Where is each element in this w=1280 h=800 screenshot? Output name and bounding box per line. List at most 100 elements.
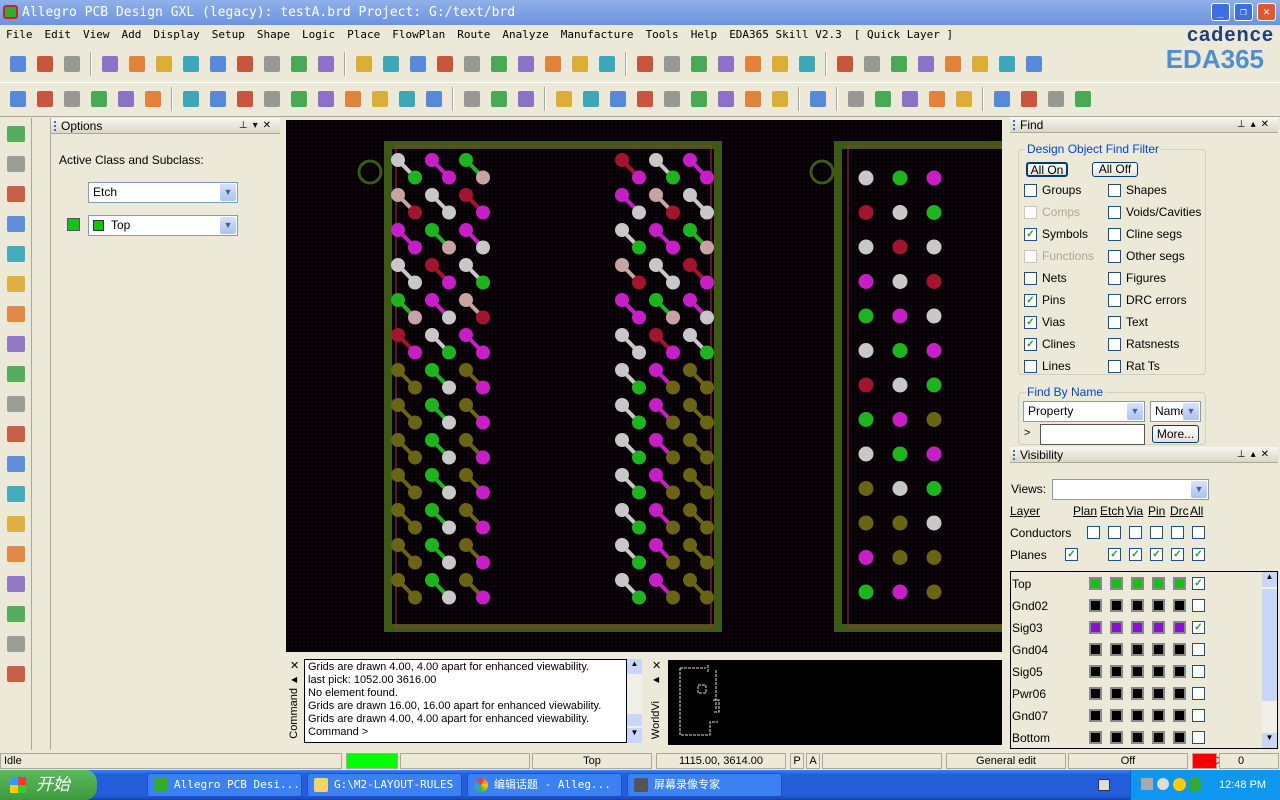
layer-color-swatch[interactable]: [1131, 599, 1144, 612]
wand-icon[interactable]: [952, 87, 976, 111]
via-pad[interactable]: [459, 433, 473, 447]
dimension-icon[interactable]: [487, 87, 511, 111]
place-refdes-icon[interactable]: [2, 150, 30, 178]
odb-icon[interactable]: [552, 87, 576, 111]
find-name-select[interactable]: Name ▼: [1150, 401, 1201, 422]
checkbox-icon[interactable]: [1024, 183, 1037, 197]
via-route-icon[interactable]: [2, 570, 30, 598]
layer-color-swatch[interactable]: [1152, 643, 1165, 656]
via-pad[interactable]: [666, 415, 680, 430]
via-pad[interactable]: [408, 205, 422, 220]
via-pad[interactable]: [683, 188, 697, 202]
panel-controls[interactable]: ⊥▴✕: [1237, 117, 1274, 133]
via-pad[interactable]: [425, 433, 439, 447]
drill-icon[interactable]: [714, 87, 738, 111]
menu-flowplan[interactable]: FlowPlan: [386, 25, 451, 45]
layer-color-swatch[interactable]: [1152, 731, 1165, 744]
place-icon-6[interactable]: [141, 87, 165, 111]
layer-color-swatch[interactable]: [1089, 687, 1102, 700]
menu-quick-layer[interactable]: [ Quick Layer ]: [848, 25, 959, 45]
pin-pad[interactable]: [926, 274, 942, 289]
via-pad[interactable]: [649, 328, 663, 342]
layer-color-swatch[interactable]: [1173, 687, 1186, 700]
menu-manufacture[interactable]: Manufacture: [555, 25, 640, 45]
via-pad[interactable]: [425, 153, 439, 167]
layer-all-checkbox[interactable]: ✓: [1192, 621, 1205, 634]
layer-color-swatch[interactable]: [1089, 599, 1102, 612]
route-icon[interactable]: [806, 87, 830, 111]
via-pad[interactable]: [459, 328, 473, 342]
via-pad[interactable]: [649, 188, 663, 202]
zoom-fit-icon[interactable]: [379, 52, 403, 76]
refdes-icon[interactable]: [660, 87, 684, 111]
via-pad[interactable]: [632, 555, 646, 570]
pin-icon[interactable]: [314, 52, 338, 76]
doc3-icon[interactable]: [898, 87, 922, 111]
checkbox-checked-icon[interactable]: ✓: [1024, 227, 1037, 241]
menu-setup[interactable]: Setup: [206, 25, 251, 45]
via-pad[interactable]: [615, 188, 629, 202]
column-header-all[interactable]: All: [1190, 504, 1203, 518]
via-pad[interactable]: [649, 223, 663, 237]
via-pad[interactable]: [476, 555, 490, 570]
via-pad[interactable]: [408, 520, 422, 535]
shape-fill-icon[interactable]: [1017, 87, 1041, 111]
new-icon[interactable]: [6, 52, 30, 76]
via-pad[interactable]: [442, 170, 456, 185]
layer-color-swatch[interactable]: [1131, 687, 1144, 700]
pin-pad[interactable]: [926, 481, 942, 496]
planes-checkbox[interactable]: ✓: [1129, 548, 1142, 561]
via-pad[interactable]: [700, 555, 714, 570]
via-pad[interactable]: [408, 415, 422, 430]
move-icon[interactable]: [98, 52, 122, 76]
bus-route-icon[interactable]: [2, 360, 30, 388]
layer-color-swatch[interactable]: [1152, 599, 1165, 612]
redo-icon[interactable]: [233, 52, 257, 76]
find-filter-vias[interactable]: ✓ Vias: [1024, 315, 1065, 329]
via-pad[interactable]: [632, 275, 646, 290]
via-pad[interactable]: [683, 573, 697, 587]
dim2-icon[interactable]: [514, 87, 538, 111]
via-pad[interactable]: [632, 205, 646, 220]
via-pad[interactable]: [700, 240, 714, 255]
via-pad[interactable]: [700, 590, 714, 605]
layer-color-swatch[interactable]: [1110, 709, 1123, 722]
task-recorder[interactable]: 屏幕录像专家: [627, 773, 782, 797]
planes-checkbox[interactable]: ✓: [1065, 548, 1078, 561]
via-pad[interactable]: [408, 485, 422, 500]
via-pad[interactable]: [476, 520, 490, 535]
add-text-icon[interactable]: [2, 510, 30, 538]
via-pad[interactable]: [666, 590, 680, 605]
save-icon[interactable]: [60, 52, 84, 76]
via-pad[interactable]: [442, 555, 456, 570]
via-pad[interactable]: [615, 538, 629, 552]
menu-help[interactable]: Help: [685, 25, 724, 45]
via-pad[interactable]: [700, 170, 714, 185]
scroll-thumb[interactable]: [1262, 589, 1277, 701]
checkbox-icon[interactable]: [1024, 271, 1037, 285]
via-pad[interactable]: [408, 240, 422, 255]
pin-pad[interactable]: [858, 205, 874, 220]
pin-pad[interactable]: [858, 343, 874, 358]
place-icon-2[interactable]: [33, 87, 57, 111]
via-pad[interactable]: [476, 170, 490, 185]
via-pad[interactable]: [649, 468, 663, 482]
via-pad[interactable]: [459, 538, 473, 552]
via-pad[interactable]: [615, 468, 629, 482]
pin-pad[interactable]: [926, 343, 942, 358]
find-filter-symbols[interactable]: ✓ Symbols: [1024, 227, 1088, 241]
pin-pad[interactable]: [892, 308, 908, 324]
cleanup-icon[interactable]: [2, 660, 30, 688]
via-pad[interactable]: [442, 240, 456, 255]
conductors-checkbox[interactable]: [1192, 526, 1205, 539]
undo-icon[interactable]: [179, 52, 203, 76]
via-pad[interactable]: [442, 310, 456, 325]
via-pad[interactable]: [683, 293, 697, 307]
find-filter-drc-errors[interactable]: DRC errors: [1108, 293, 1187, 307]
layer-color-swatch[interactable]: [1173, 665, 1186, 678]
via-pad[interactable]: [666, 345, 680, 360]
pin-pad[interactable]: [892, 377, 908, 393]
via-pad[interactable]: [459, 363, 473, 377]
column-header-plan[interactable]: Plan: [1073, 504, 1097, 518]
via-pad[interactable]: [632, 240, 646, 255]
